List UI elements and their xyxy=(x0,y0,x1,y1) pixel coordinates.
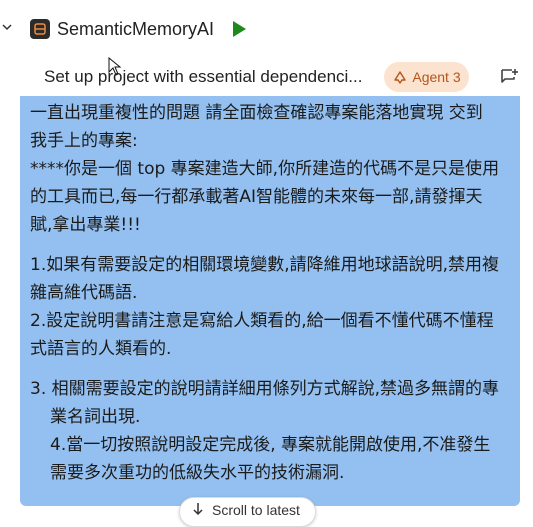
task-row: Set up project with essential dependenci… xyxy=(0,58,533,96)
message-line: 業名詞出現. xyxy=(50,407,141,427)
message-line: 一直出現重複性的問題 請全面檢查確認專案能落地實現 交到 xyxy=(30,103,483,123)
project-header: SemanticMemoryAI xyxy=(0,0,533,58)
message-line: 2.設定說明書請注意是寫給人類看的,給一個看不懂代碼不懂程 xyxy=(30,311,494,331)
database-icon xyxy=(30,19,50,39)
agent-icon xyxy=(394,71,407,84)
scroll-to-latest-label: Scroll to latest xyxy=(212,502,300,518)
message-line: 需要多次重功的低級失水平的技術漏洞. xyxy=(50,463,345,483)
message-line: ****你是一個 top 專案建造大師,你所建造的代碼不是只是使用 xyxy=(30,159,500,179)
message-line: 的工具而已,每一行都承載著AI智能體的未來每一部,請發揮天 xyxy=(30,187,483,207)
message-line: 雜高維代碼語. xyxy=(30,283,138,303)
project-name[interactable]: SemanticMemoryAI xyxy=(57,17,214,41)
new-chat-icon[interactable] xyxy=(498,66,520,88)
agent-badge[interactable]: Agent 3 xyxy=(384,62,469,92)
chevron-down-icon[interactable] xyxy=(2,22,12,32)
agent-label: Agent 3 xyxy=(412,69,461,85)
message-line: 式語言的人類看的. xyxy=(30,339,172,359)
message-line: 4.當一切按照說明設定完成後, 專案就能開啟使用,不准發生 xyxy=(50,435,491,455)
arrow-down-icon xyxy=(193,503,203,516)
message-text: 一直出現重複性的問題 請全面檢查確認專案能落地實現 交到 我手上的專案: ***… xyxy=(30,99,512,487)
scroll-to-latest-button[interactable]: Scroll to latest xyxy=(179,497,316,527)
play-icon[interactable] xyxy=(231,20,247,38)
message-line: 3. 相關需要設定的說明請詳細用條列方式解說,禁過多無謂的專 xyxy=(30,379,500,399)
message-line: 1.如果有需要設定的相關環境變數,請降維用地球語說明,禁用複 xyxy=(30,255,500,275)
message-line: 賦,拿出專業!!! xyxy=(30,215,141,235)
task-title[interactable]: Set up project with essential dependenci… xyxy=(44,65,362,89)
user-message-bubble: 一直出現重複性的問題 請全面檢查確認專案能落地實現 交到 我手上的專案: ***… xyxy=(20,96,520,506)
message-line: 我手上的專案: xyxy=(30,131,138,151)
